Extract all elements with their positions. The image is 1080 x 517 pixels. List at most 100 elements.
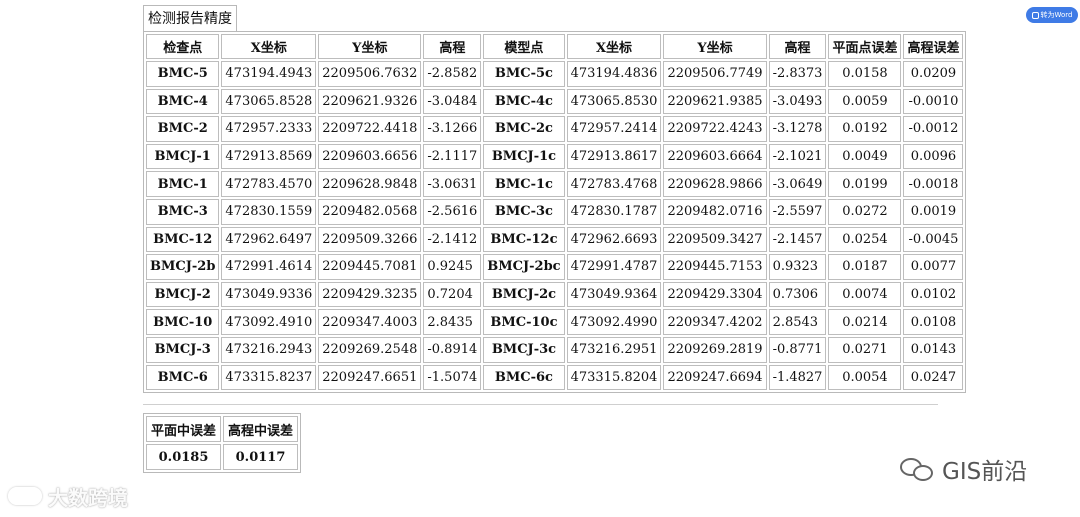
header-model-y: Y坐标 [663, 34, 767, 59]
cell-planar-error: 0.0049 [828, 143, 902, 170]
cell-model-y: 2209603.6664 [663, 143, 767, 170]
header-model-point: 模型点 [483, 34, 565, 59]
cell-elevation: -2.1412 [423, 226, 482, 253]
cell-model-point: BMC-10c [483, 309, 565, 335]
cell-model-y: 2209722.4243 [663, 116, 767, 142]
cell-elevation-error: 0.0209 [903, 61, 964, 87]
cell-model-x: 472783.4768 [566, 171, 662, 197]
watermark-right: GIS前沿 [900, 452, 1027, 486]
report-title: 检测报告精度 [143, 5, 237, 33]
cell-y: 2209347.4003 [318, 309, 422, 335]
summary-value-row: 0.0185 0.0117 [146, 444, 299, 470]
watermark-logo-icon [8, 487, 42, 505]
cell-model-point: BMC-12c [483, 226, 565, 253]
cell-checkpoint: BMC-2 [146, 116, 220, 142]
summary-header-elevation: 高程中误差 [223, 416, 299, 442]
cell-model-elevation: 2.8543 [768, 309, 827, 335]
cell-y: 2209247.6651 [318, 364, 422, 391]
cell-model-elevation: -1.4827 [768, 364, 827, 391]
table-row: BMC-5 473194.4943 2209506.7632 -2.8582 BMC-5… [146, 61, 964, 87]
cell-model-point: BMC-2c [483, 116, 565, 142]
cell-model-elevation: 0.7306 [768, 281, 827, 308]
report-page: 检测报告精度 转为Word 检查点 X坐标 Y坐标 高程 模型点 X坐标 Y坐标… [0, 0, 1080, 517]
cell-elevation-error: 0.0096 [903, 143, 964, 170]
cell-model-x: 472913.8617 [566, 143, 662, 170]
cell-checkpoint: BMC-10 [146, 309, 220, 335]
cell-elevation-error: 0.0108 [903, 309, 964, 335]
cell-model-elevation: -2.1457 [768, 226, 827, 253]
cell-model-elevation: -2.1021 [768, 143, 827, 170]
cell-planar-error: 0.0054 [828, 364, 902, 391]
cell-x: 473049.9336 [221, 281, 317, 308]
cell-checkpoint: BMC-6 [146, 364, 220, 391]
cell-model-y: 2209445.7153 [663, 254, 767, 280]
cell-model-point: BMC-6c [483, 364, 565, 391]
cell-planar-error: 0.0254 [828, 226, 902, 253]
cell-elevation-error: -0.0045 [903, 226, 964, 253]
cell-model-x: 473194.4836 [566, 61, 662, 87]
wechat-icon [900, 456, 934, 482]
cell-checkpoint: BMC-1 [146, 171, 220, 197]
summary-value-elevation: 0.0117 [223, 444, 299, 470]
watermark-right-text: GIS前沿 [942, 459, 1028, 485]
cell-elevation-error: 0.0077 [903, 254, 964, 280]
summary-value-planar: 0.0185 [146, 444, 222, 470]
table-body: BMC-5 473194.4943 2209506.7632 -2.8582 BMC-5… [146, 61, 964, 391]
cell-elevation: -3.0631 [423, 171, 482, 197]
cell-elevation: -2.1117 [423, 143, 482, 170]
cell-model-point: BMCJ-1c [483, 143, 565, 170]
accuracy-table: 检查点 X坐标 Y坐标 高程 模型点 X坐标 Y坐标 高程 平面点误差 高程误差… [143, 31, 967, 394]
cell-x: 473216.2943 [221, 336, 317, 363]
summary-table: 平面中误差 高程中误差 0.0185 0.0117 [143, 413, 302, 473]
cell-model-x: 473315.8204 [566, 364, 662, 391]
word-icon [1031, 11, 1039, 19]
table-row: BMC-4 473065.8528 2209621.9326 -3.0484 BMC-4… [146, 88, 964, 115]
header-elevation-error: 高程误差 [903, 34, 964, 59]
cell-y: 2209429.3235 [318, 281, 422, 308]
cell-model-elevation: -2.8373 [768, 61, 827, 87]
cell-model-y: 2209429.3304 [663, 281, 767, 308]
table-row: BMCJ-1 472913.8569 2209603.6656 -2.1117 BMCJ… [146, 143, 964, 170]
cell-model-point: BMC-1c [483, 171, 565, 197]
cell-model-y: 2209482.0716 [663, 198, 767, 225]
cell-model-point: BMCJ-2c [483, 281, 565, 308]
cell-x: 473092.4910 [221, 309, 317, 335]
cell-y: 2209482.0568 [318, 198, 422, 225]
cell-checkpoint: BMC-3 [146, 198, 220, 225]
cell-model-elevation: 0.9323 [768, 254, 827, 280]
cell-planar-error: 0.0214 [828, 309, 902, 335]
summary-header-row: 平面中误差 高程中误差 [146, 416, 299, 442]
cell-x: 472913.8569 [221, 143, 317, 170]
cell-elevation: -2.8582 [423, 61, 482, 87]
cell-model-x: 472957.2414 [566, 116, 662, 142]
cell-x: 473315.8237 [221, 364, 317, 391]
cell-y: 2209506.7632 [318, 61, 422, 87]
cell-x: 472830.1559 [221, 198, 317, 225]
cell-model-y: 2209621.9385 [663, 88, 767, 115]
cell-model-elevation: -3.1278 [768, 116, 827, 142]
header-x: X坐标 [221, 34, 317, 59]
cell-checkpoint: BMCJ-2b [146, 254, 220, 280]
cell-x: 472957.2333 [221, 116, 317, 142]
cell-model-y: 2209509.3427 [663, 226, 767, 253]
convert-to-word-button[interactable]: 转为Word [1026, 7, 1078, 23]
cell-elevation-error: 0.0019 [903, 198, 964, 225]
header-checkpoint: 检查点 [146, 34, 220, 59]
cell-model-y: 2209347.4202 [663, 309, 767, 335]
cell-model-point: BMC-5c [483, 61, 565, 87]
cell-elevation-error: -0.0010 [903, 88, 964, 115]
cell-checkpoint: BMC-4 [146, 88, 220, 115]
cell-elevation-error: 0.0143 [903, 336, 964, 363]
cell-planar-error: 0.0192 [828, 116, 902, 142]
table-row: BMC-10 473092.4910 2209347.4003 2.8435 BMC-1… [146, 309, 964, 335]
cell-model-x: 472962.6693 [566, 226, 662, 253]
cell-x: 472991.4614 [221, 254, 317, 280]
header-model-x: X坐标 [566, 34, 662, 59]
cell-planar-error: 0.0074 [828, 281, 902, 308]
cell-planar-error: 0.0272 [828, 198, 902, 225]
summary-header-planar: 平面中误差 [146, 416, 222, 442]
table-row: BMCJ-2b 472991.4614 2209445.7081 0.9245 BMCJ… [146, 254, 964, 280]
convert-to-word-label: 转为Word [1040, 11, 1073, 19]
table-row: BMC-1 472783.4570 2209628.9848 -3.0631 BMC-1… [146, 171, 964, 197]
cell-model-x: 473092.4990 [566, 309, 662, 335]
